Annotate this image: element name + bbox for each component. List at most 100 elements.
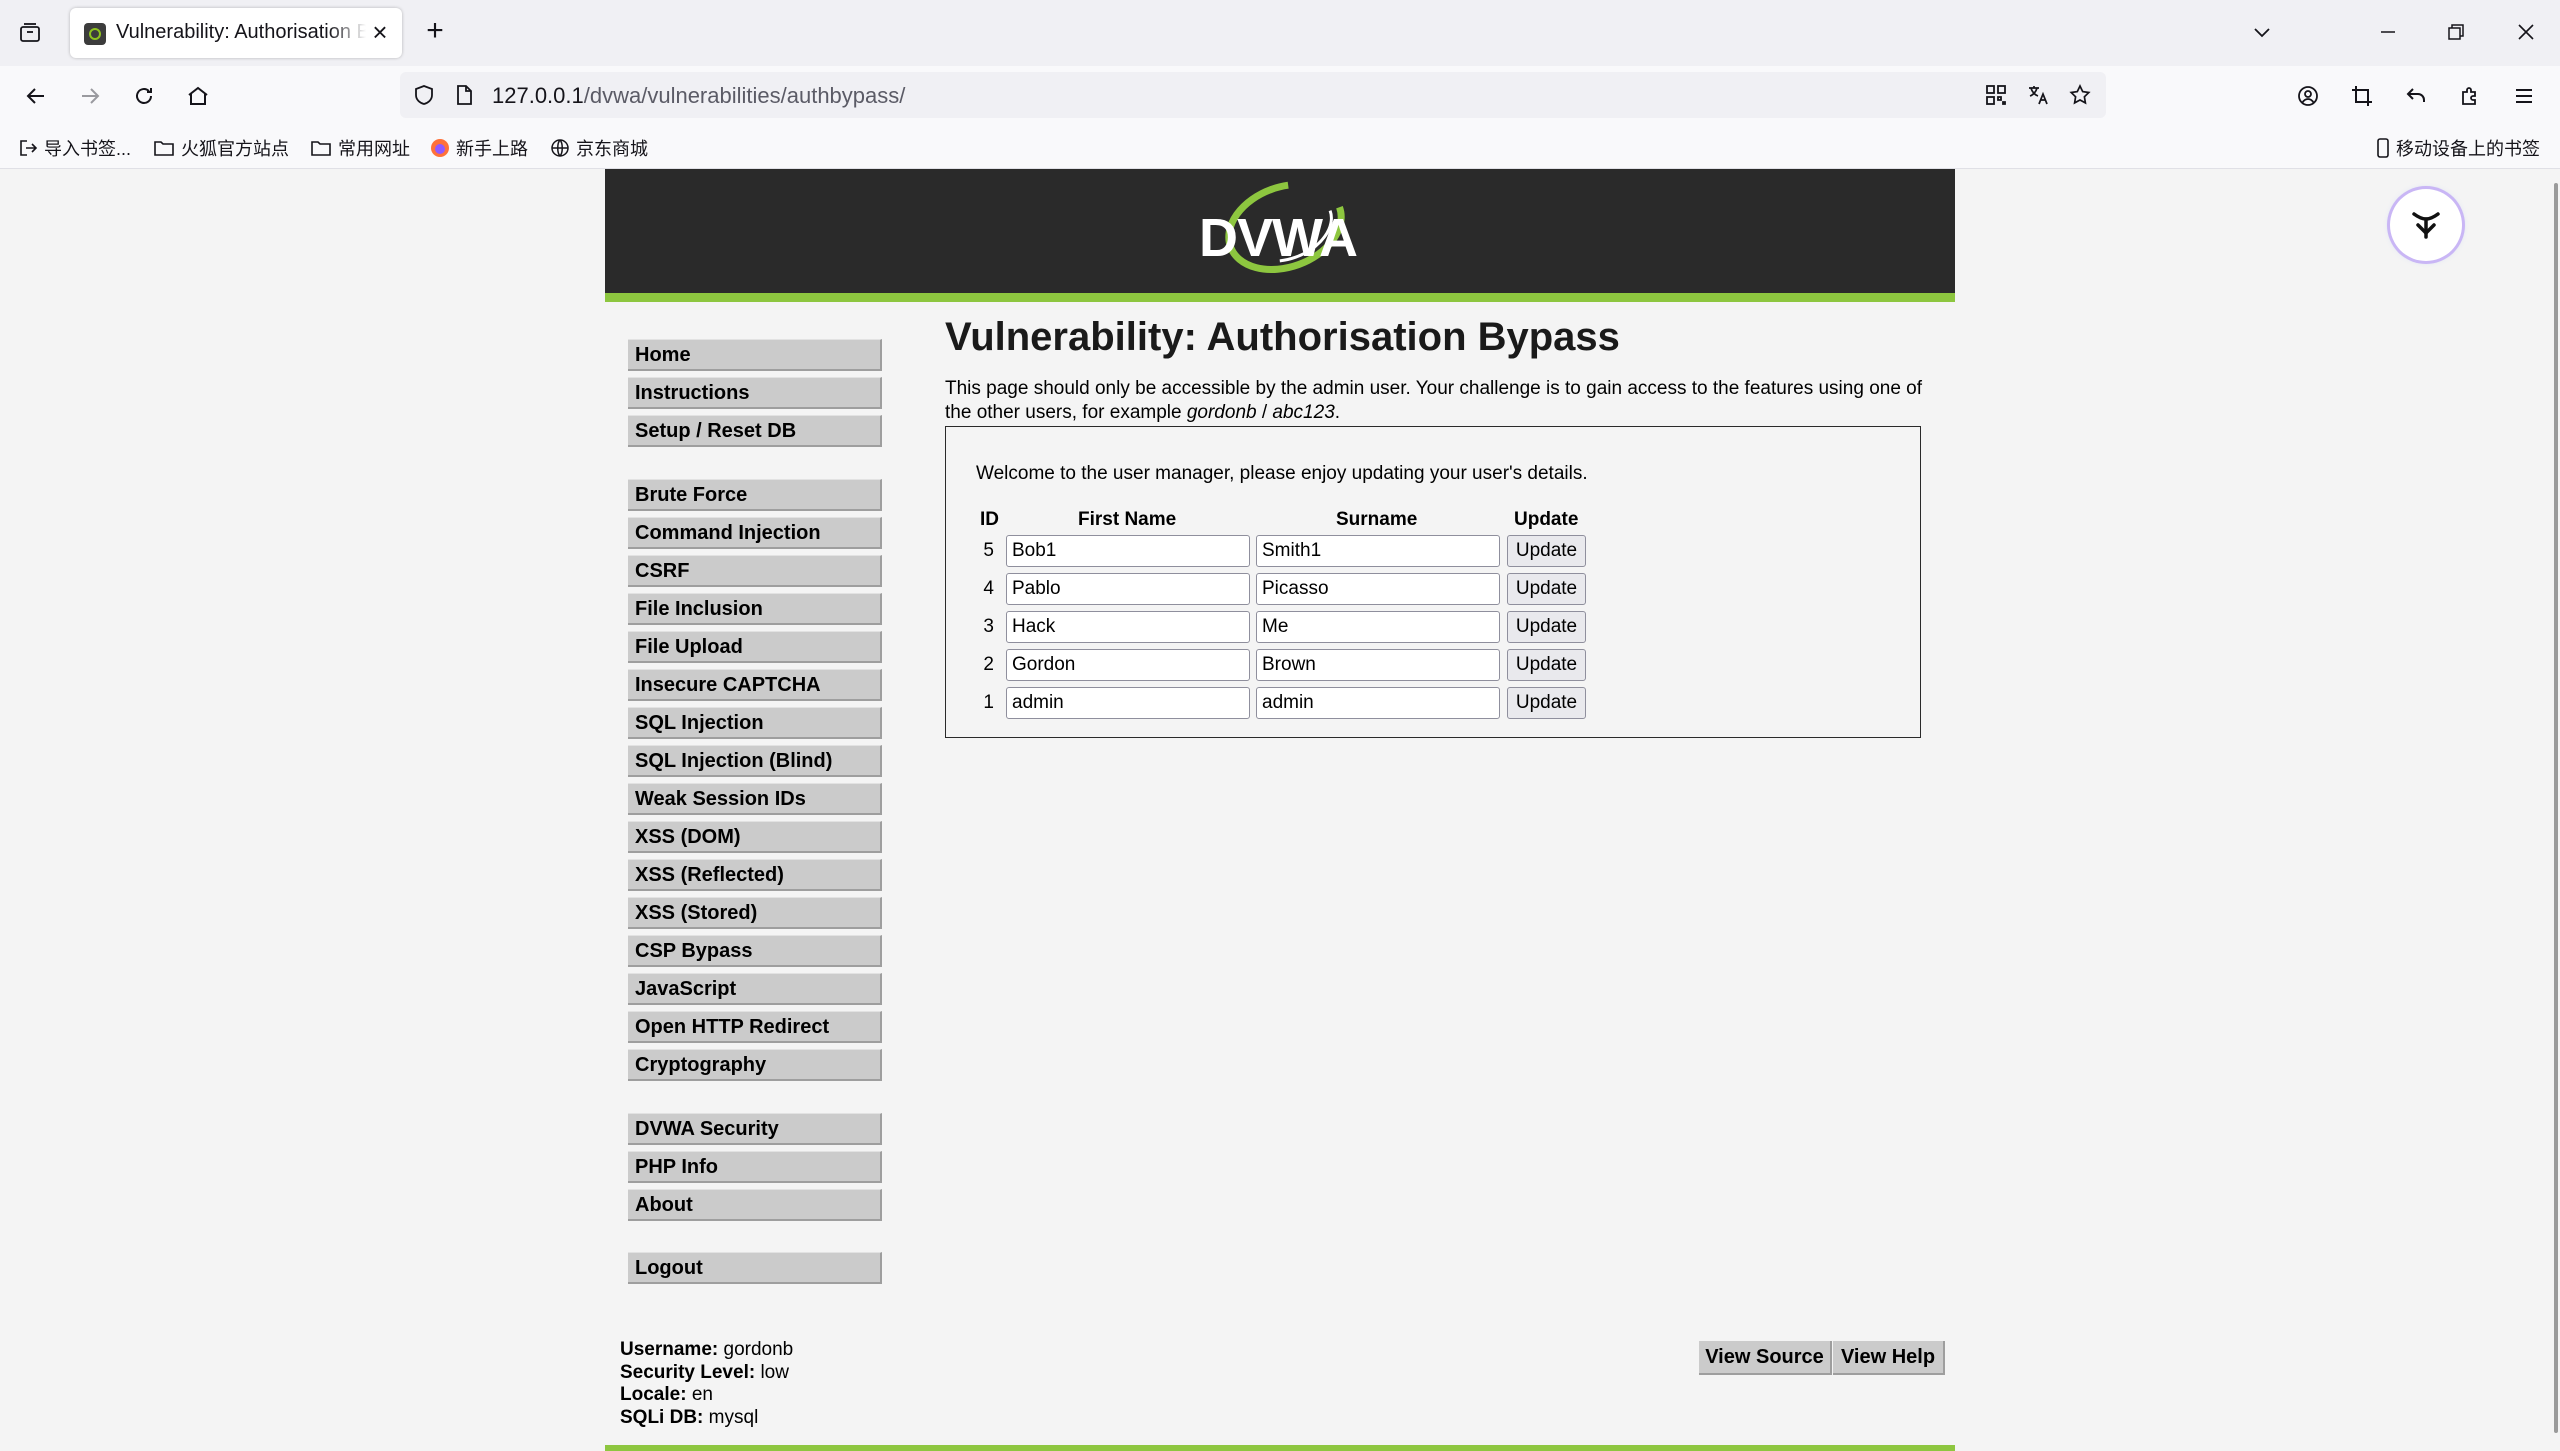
- view-source-button[interactable]: View Source: [1699, 1341, 1832, 1375]
- menu-csp-bypass[interactable]: CSP Bypass: [628, 935, 882, 967]
- menu-home[interactable]: Home: [628, 339, 882, 371]
- home-icon[interactable]: [178, 76, 218, 116]
- translate-icon[interactable]: [2024, 81, 2052, 109]
- view-help-button[interactable]: View Help: [1833, 1341, 1945, 1375]
- user-manager-box: Welcome to the user manager, please enjo…: [945, 426, 1921, 738]
- folder-icon: [154, 141, 174, 156]
- account-icon[interactable]: [2288, 76, 2328, 116]
- menu-setup-reset-db[interactable]: Setup / Reset DB: [628, 415, 882, 447]
- menu-cryptography[interactable]: Cryptography: [628, 1049, 882, 1081]
- reload-icon[interactable]: [124, 76, 164, 116]
- menu-insecure-captcha[interactable]: Insecure CAPTCHA: [628, 669, 882, 701]
- forward-icon[interactable]: [70, 76, 110, 116]
- assistant-widget-icon[interactable]: [2390, 189, 2462, 261]
- menu-brute-force[interactable]: Brute Force: [628, 479, 882, 511]
- tracking-shield-icon[interactable]: [410, 81, 438, 109]
- restore-icon[interactable]: [2436, 12, 2476, 52]
- dvwa-logo[interactable]: DVWA: [1185, 181, 1365, 281]
- bookmark-import[interactable]: 导入书签...: [18, 135, 131, 161]
- page-info-icon[interactable]: [450, 81, 478, 109]
- menu-php-info[interactable]: PHP Info: [628, 1151, 882, 1183]
- mobile-bookmarks-label: 移动设备上的书签: [2396, 139, 2540, 159]
- update-button[interactable]: Update: [1507, 649, 1586, 681]
- surname-input[interactable]: admin: [1256, 687, 1500, 719]
- bookmark-label: 新手上路: [456, 139, 528, 159]
- security-line: Security Level: low: [620, 1362, 793, 1385]
- tab-list-icon[interactable]: [14, 17, 46, 49]
- bookmark-getting-started[interactable]: 新手上路: [430, 135, 528, 161]
- menu-csrf[interactable]: CSRF: [628, 555, 882, 587]
- page-viewport: DVWA Home Instructions Setup / Reset DB …: [0, 169, 2560, 1451]
- first-name-input[interactable]: Bob1: [1006, 535, 1250, 567]
- extensions-icon[interactable]: [2450, 76, 2490, 116]
- menu-weak-session-ids[interactable]: Weak Session IDs: [628, 783, 882, 815]
- tab-title: Vulnerability: Authorisation Bypass :: D…: [116, 21, 366, 43]
- menu-instructions[interactable]: Instructions: [628, 377, 882, 409]
- scrollbar-thumb[interactable]: [2554, 183, 2558, 1433]
- close-tab-icon[interactable]: ×: [368, 19, 392, 45]
- address-bar[interactable]: 127.0.0.1/dvwa/vulnerabilities/authbypas…: [400, 72, 2106, 118]
- url-text[interactable]: 127.0.0.1/dvwa/vulnerabilities/authbypas…: [492, 83, 905, 109]
- back-icon[interactable]: [16, 76, 56, 116]
- surname-input[interactable]: Brown: [1256, 649, 1500, 681]
- bookmark-firefox-official[interactable]: 火狐官方站点: [153, 135, 289, 161]
- intro-separator: /: [1256, 402, 1273, 423]
- menu-xss-dom[interactable]: XSS (DOM): [628, 821, 882, 853]
- menu-dvwa-security[interactable]: DVWA Security: [628, 1113, 882, 1145]
- qr-code-icon[interactable]: [1982, 81, 2010, 109]
- locale-value: en: [691, 1384, 713, 1405]
- bookmark-star-icon[interactable]: [2066, 81, 2094, 109]
- menu-file-upload[interactable]: File Upload: [628, 631, 882, 663]
- first-name-input[interactable]: admin: [1006, 687, 1250, 719]
- user-id: 5: [983, 540, 994, 561]
- update-button[interactable]: Update: [1507, 687, 1586, 719]
- menu-hamburger-icon[interactable]: [2504, 76, 2544, 116]
- screenshot-crop-icon[interactable]: [2342, 76, 2382, 116]
- undo-icon[interactable]: [2396, 76, 2436, 116]
- dvwa-favicon-icon: [84, 23, 106, 45]
- menu-sql-injection[interactable]: SQL Injection: [628, 707, 882, 739]
- dvwa-container: DVWA Home Instructions Setup / Reset DB …: [605, 169, 1955, 1451]
- bookmark-label: 常用网址: [338, 139, 410, 159]
- url-path: /dvwa/vulnerabilities/authbypass/: [583, 83, 906, 108]
- surname-input[interactable]: Picasso: [1256, 573, 1500, 605]
- security-value: low: [760, 1361, 789, 1383]
- bookmark-jd[interactable]: 京东商城: [550, 135, 648, 161]
- page-scrollbar[interactable]: [2550, 169, 2560, 1451]
- update-button[interactable]: Update: [1507, 611, 1586, 643]
- menu-about[interactable]: About: [628, 1189, 882, 1221]
- first-name-input[interactable]: Gordon: [1006, 649, 1250, 681]
- tab-bar: Vulnerability: Authorisation Bypass :: D…: [0, 0, 2560, 66]
- menu-xss-stored[interactable]: XSS (Stored): [628, 897, 882, 929]
- update-button[interactable]: Update: [1507, 535, 1586, 567]
- intro-end: .: [1334, 402, 1341, 423]
- menu-javascript[interactable]: JavaScript: [628, 973, 882, 1005]
- example-username: gordonb: [1186, 402, 1257, 423]
- firefox-icon: [431, 139, 449, 157]
- menu-file-inclusion[interactable]: File Inclusion: [628, 593, 882, 625]
- menu-xss-reflected[interactable]: XSS (Reflected): [628, 859, 882, 891]
- active-tab[interactable]: Vulnerability: Authorisation Bypass :: D…: [70, 8, 402, 58]
- first-name-input[interactable]: Pablo: [1006, 573, 1250, 605]
- surname-input[interactable]: Smith1: [1256, 535, 1500, 567]
- new-tab-icon[interactable]: +: [418, 15, 452, 49]
- page-title: Vulnerability: Authorisation Bypass: [945, 315, 1620, 359]
- username-line: Username: gordonb: [620, 1339, 793, 1362]
- sqli-label: SQLi DB:: [620, 1406, 704, 1428]
- menu-command-injection[interactable]: Command Injection: [628, 517, 882, 549]
- first-name-input[interactable]: Hack: [1006, 611, 1250, 643]
- locale-line: Locale: en: [620, 1384, 793, 1407]
- bookmark-common-sites[interactable]: 常用网址: [310, 135, 410, 161]
- menu-logout[interactable]: Logout: [628, 1252, 882, 1284]
- update-button[interactable]: Update: [1507, 573, 1586, 605]
- column-header-surname: Surname: [1336, 509, 1418, 530]
- close-window-icon[interactable]: [2506, 12, 2546, 52]
- menu-open-http-redirect[interactable]: Open HTTP Redirect: [628, 1011, 882, 1043]
- surname-input[interactable]: Me: [1256, 611, 1500, 643]
- minimize-icon[interactable]: [2368, 12, 2408, 52]
- menu-sql-injection-blind[interactable]: SQL Injection (Blind): [628, 745, 882, 777]
- user-id: 4: [983, 578, 994, 599]
- session-info: Username: gordonb Security Level: low Lo…: [620, 1339, 793, 1429]
- mobile-bookmarks[interactable]: 移动设备上的书签: [2376, 135, 2540, 161]
- list-all-tabs-icon[interactable]: [2242, 12, 2282, 52]
